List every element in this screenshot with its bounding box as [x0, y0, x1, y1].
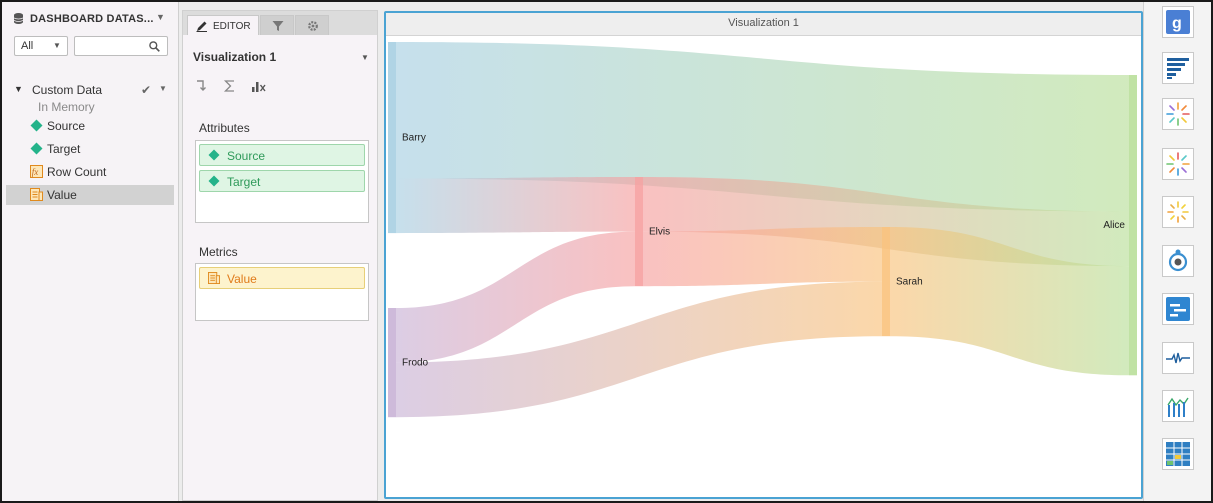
- heat-map-viz-icon[interactable]: [1162, 438, 1194, 470]
- collapse-arrow-icon[interactable]: ▼: [14, 84, 23, 94]
- waterfall-viz-icon[interactable]: [1162, 390, 1194, 422]
- chevron-down-icon[interactable]: ▼: [159, 84, 167, 93]
- pill-label: Value: [227, 272, 257, 286]
- field-value[interactable]: Value: [6, 185, 174, 205]
- svg-text:g: g: [1172, 15, 1182, 32]
- database-icon: [14, 13, 23, 24]
- chart-sort-icon[interactable]: [251, 79, 267, 93]
- dataset-title: DASHBOARD DATAS...: [30, 13, 154, 25]
- visualization-gallery: g: [1143, 2, 1211, 501]
- heat-map-glyph: [1166, 442, 1190, 466]
- sankey-link-elvis-to-sarah[interactable]: [643, 227, 882, 287]
- metric-icon: [208, 272, 220, 284]
- attribute-diamond-icon: [30, 119, 43, 132]
- gear-icon: [308, 21, 318, 31]
- sankey-node-label: Frodo: [402, 358, 429, 369]
- field-label: Row Count: [47, 165, 107, 179]
- field-row-count[interactable]: fx Row Count: [30, 162, 172, 182]
- metrics-section-title: Metrics: [199, 245, 238, 259]
- field-label: Value: [47, 188, 77, 202]
- sankey-node-label: Alice: [1103, 220, 1125, 231]
- chevron-down-icon[interactable]: ▼: [156, 12, 165, 22]
- sankey-node-sarah[interactable]: [882, 227, 890, 337]
- editor-panel: EDITOR Visualization 1 ▼ Attributes Sour…: [182, 10, 378, 501]
- sunburst-alt-glyph: [1166, 152, 1190, 176]
- pill-label: Target: [227, 175, 261, 189]
- dataset-panel: DASHBOARD DATAS... ▼ All ▼ ▼ Custom Data…: [2, 2, 179, 501]
- bar-chart-viz-icon[interactable]: [1162, 52, 1194, 84]
- network-glyph: [1168, 249, 1188, 272]
- metric-icon: [30, 188, 43, 201]
- field-source[interactable]: Source: [30, 116, 172, 136]
- filter-icon: [272, 21, 284, 31]
- pencil-icon: [196, 21, 207, 32]
- dataset-source-node[interactable]: ▼ Custom Data ✔ ▼: [14, 83, 174, 99]
- search-icon: [149, 41, 160, 52]
- bar-chart-glyph: [1167, 58, 1189, 79]
- sankey-node-frodo[interactable]: [388, 308, 396, 418]
- sankey-chart[interactable]: Barry Frodo Elvis Sarah Alice: [386, 36, 1141, 497]
- attributes-section-title: Attributes: [199, 121, 250, 135]
- sunburst-viz-icon[interactable]: [1162, 98, 1194, 130]
- metrics-dropzone[interactable]: Value: [195, 263, 369, 321]
- visualization-container[interactable]: Visualization 1 Barry Frodo Elvis Sarah Alic…: [384, 11, 1143, 499]
- sigma-icon[interactable]: [223, 79, 237, 93]
- radial-viz-icon[interactable]: [1162, 196, 1194, 228]
- search-input[interactable]: [74, 36, 168, 56]
- filter-value: All: [21, 40, 34, 52]
- tab-label: EDITOR: [213, 21, 251, 32]
- field-label: Source: [47, 119, 86, 133]
- dataset-source-name: Custom Data: [32, 83, 103, 97]
- sankey-node-alice[interactable]: [1129, 75, 1137, 376]
- sankey-node-elvis[interactable]: [635, 177, 643, 287]
- swap-axes-icon[interactable]: [195, 79, 209, 93]
- sankey-link-barry-to-elvis[interactable]: [396, 177, 635, 234]
- field-label: Target: [47, 142, 81, 156]
- tab-editor[interactable]: EDITOR: [187, 15, 259, 35]
- visualization-title: Visualization 1: [728, 17, 799, 29]
- editor-toolbar: [195, 79, 295, 97]
- attribute-diamond-icon: [208, 175, 220, 187]
- fx-icon: fx: [30, 165, 43, 178]
- sankey-node-label: Elvis: [649, 227, 670, 238]
- tab-properties[interactable]: [295, 15, 329, 35]
- radial-glyph: [1167, 201, 1189, 223]
- attribute-diamond-icon: [208, 149, 220, 161]
- attributes-dropzone[interactable]: Source Target: [195, 140, 369, 223]
- object-filter-select[interactable]: All ▼: [14, 36, 68, 56]
- sankey-node-barry[interactable]: [388, 42, 396, 234]
- app-frame: DASHBOARD DATAS... ▼ All ▼ ▼ Custom Data…: [2, 2, 1211, 501]
- field-target[interactable]: Target: [30, 139, 172, 159]
- google-maps-glyph: g: [1166, 10, 1190, 34]
- attribute-pill-target[interactable]: Target: [199, 170, 365, 192]
- google-maps-viz-icon[interactable]: g: [1162, 6, 1194, 38]
- network-viz-icon[interactable]: [1162, 245, 1194, 277]
- visualization-header: Visualization 1: [386, 13, 1141, 36]
- svg-text:fx: fx: [32, 167, 39, 177]
- waterfall-glyph: [1167, 397, 1189, 417]
- attribute-pill-source[interactable]: Source: [199, 144, 365, 166]
- gantt-viz-icon[interactable]: [1162, 293, 1194, 325]
- chevron-down-icon: ▼: [53, 41, 61, 50]
- dataset-header[interactable]: DASHBOARD DATAS... ▼: [14, 12, 174, 28]
- visualization-name[interactable]: Visualization 1: [193, 50, 276, 64]
- pill-label: Source: [227, 149, 266, 163]
- editor-tabbar: EDITOR: [183, 11, 377, 35]
- attribute-diamond-icon: [30, 142, 43, 155]
- sankey-node-label: Barry: [402, 133, 426, 144]
- sparkline-glyph: [1166, 352, 1190, 364]
- tab-filter[interactable]: [260, 15, 294, 35]
- metric-pill-value[interactable]: Value: [199, 267, 365, 289]
- checkmark-icon: ✔: [141, 83, 152, 97]
- chevron-down-icon[interactable]: ▼: [361, 53, 369, 62]
- dataset-source-subtitle: In Memory: [38, 100, 95, 114]
- sankey-node-label: Sarah: [896, 277, 923, 288]
- sunburst-alt-viz-icon[interactable]: [1162, 148, 1194, 180]
- sunburst-glyph: [1166, 102, 1190, 126]
- sparkline-viz-icon[interactable]: [1162, 342, 1194, 374]
- gantt-glyph: [1166, 297, 1190, 321]
